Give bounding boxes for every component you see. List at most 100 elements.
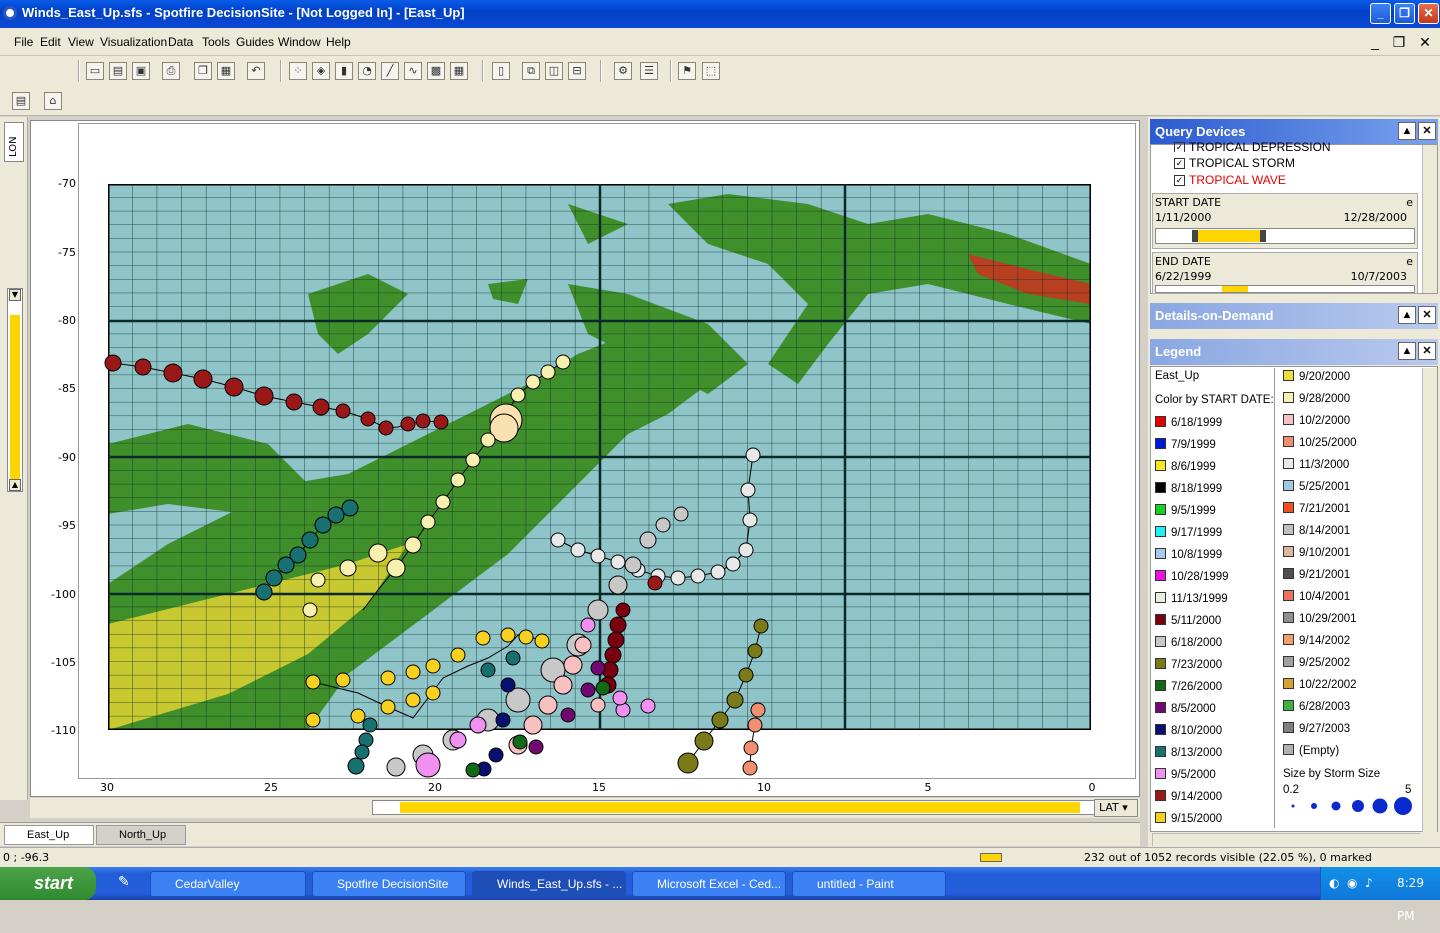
menu-data[interactable]: Data: [168, 35, 193, 49]
legend-item[interactable]: 10/29/2001: [1283, 612, 1357, 625]
menu-tools[interactable]: Tools: [202, 35, 230, 49]
window-title-bar[interactable]: Winds_East_Up.sfs - Spotfire DecisionSit…: [0, 0, 1440, 28]
checkbox-icon[interactable]: ✓: [1174, 175, 1185, 187]
start-date-handle[interactable]: [1192, 230, 1266, 242]
menu-visualization[interactable]: Visualization: [100, 35, 167, 49]
menu-file[interactable]: File: [14, 35, 33, 49]
task-excel[interactable]: Microsoft Excel - Ced...: [632, 871, 786, 897]
paste-icon[interactable]: ▦: [217, 62, 235, 80]
scatter-plot-icon[interactable]: ⁘: [289, 62, 307, 80]
end-date-handle[interactable]: [1222, 286, 1248, 292]
legend-toggle-icon[interactable]: ☰: [640, 62, 658, 80]
x-range-fill[interactable]: [400, 802, 1080, 813]
open-icon[interactable]: ▭: [86, 62, 104, 80]
legend-item[interactable]: 10/8/1999: [1155, 548, 1222, 561]
slider-down-arrow-icon[interactable]: ▼: [9, 289, 21, 301]
network-icon[interactable]: ◐: [1329, 867, 1339, 900]
speaker-icon[interactable]: ♪: [1365, 867, 1373, 900]
track-cream[interactable]: [302, 354, 571, 618]
task-paint[interactable]: untitled - Paint: [792, 871, 946, 897]
tile-vertical-icon[interactable]: ◫: [545, 62, 563, 80]
undo-icon[interactable]: ↶: [247, 62, 265, 80]
bar-chart-icon[interactable]: ▮: [335, 62, 353, 80]
layout-single-icon[interactable]: ▯: [492, 62, 510, 80]
legend-vertical-scrollbar[interactable]: [1422, 368, 1437, 832]
legend-item[interactable]: 5/25/2001: [1283, 480, 1350, 493]
track-yellow[interactable]: [305, 627, 550, 728]
open-data-icon[interactable]: ▤: [109, 62, 127, 80]
profile-chart-icon[interactable]: ∿: [404, 62, 422, 80]
guide-panel-icon[interactable]: ▤: [12, 92, 30, 110]
legend-item[interactable]: 10/28/1999: [1155, 570, 1229, 583]
storm-track-points[interactable]: [78, 300, 778, 780]
x-axis-selector[interactable]: LAT ▾: [1094, 799, 1138, 817]
menu-guides[interactable]: Guides: [236, 35, 274, 49]
legend-item[interactable]: 9/20/2000: [1283, 370, 1350, 383]
cascade-icon[interactable]: ⧉: [522, 62, 540, 80]
checkbox-tropical-depression[interactable]: ✓ TROPICAL DEPRESSION: [1174, 140, 1331, 152]
legend-item[interactable]: 6/28/2003: [1283, 700, 1350, 713]
tab-east-up[interactable]: East_Up: [4, 825, 94, 845]
track-maroon[interactable]: [599, 575, 663, 694]
collapse-icon[interactable]: ▲: [1398, 122, 1416, 140]
task-winds-east-up[interactable]: Winds_East_Up.sfs - ...: [472, 871, 626, 897]
legend-item[interactable]: 9/17/1999: [1155, 526, 1222, 539]
legend-item[interactable]: 8/10/2000: [1155, 724, 1222, 737]
checkbox-tropical-storm[interactable]: ✓ TROPICAL STORM: [1174, 156, 1295, 170]
mdi-restore-icon[interactable]: ❐: [1390, 34, 1408, 51]
legend-item[interactable]: 10/25/2000: [1283, 436, 1357, 449]
start-button[interactable]: start: [0, 867, 96, 900]
legend-item[interactable]: 7/9/1999: [1155, 438, 1216, 451]
restore-button[interactable]: ❐: [1394, 3, 1415, 24]
legend-item[interactable]: 9/5/2000: [1155, 768, 1216, 781]
task-spotfire[interactable]: Spotfire DecisionSite: [312, 871, 466, 897]
slider-up-arrow-icon[interactable]: ▲: [9, 479, 21, 491]
legend-item[interactable]: 6/18/2000: [1155, 636, 1222, 649]
mdi-close-icon[interactable]: ✕: [1416, 34, 1434, 51]
legend-item[interactable]: 8/5/2000: [1155, 702, 1216, 715]
close-icon[interactable]: ✕: [1418, 342, 1436, 360]
heatmap-icon[interactable]: ▩: [427, 62, 445, 80]
checkbox-icon[interactable]: ✓: [1174, 158, 1185, 170]
legend-item[interactable]: 9/10/2001: [1283, 546, 1350, 559]
print-icon[interactable]: ⎙: [162, 62, 180, 80]
quick-launch-icon[interactable]: ✎: [118, 874, 130, 890]
legend-item[interactable]: 7/23/2000: [1155, 658, 1222, 671]
legend-item[interactable]: 9/27/2003: [1283, 722, 1350, 735]
menu-edit[interactable]: Edit: [40, 35, 61, 49]
legend-item[interactable]: (Empty): [1283, 744, 1339, 757]
3d-scatter-icon[interactable]: ◈: [312, 62, 330, 80]
tab-north-up[interactable]: North_Up: [96, 825, 186, 845]
legend-item[interactable]: 9/21/2001: [1283, 568, 1350, 581]
volume-icon[interactable]: ◉: [1347, 867, 1357, 900]
copy-icon[interactable]: ❐: [194, 62, 212, 80]
legend-item[interactable]: 10/4/2001: [1283, 590, 1350, 603]
line-chart-icon[interactable]: ╱: [381, 62, 399, 80]
legend-item[interactable]: 9/5/1999: [1155, 504, 1216, 517]
mark-icon[interactable]: ⬚: [702, 62, 720, 80]
mdi-minimize-icon[interactable]: _: [1366, 34, 1384, 50]
tile-horizontal-icon[interactable]: ⊟: [568, 62, 586, 80]
expand-icon[interactable]: ▲: [1398, 306, 1416, 324]
menu-view[interactable]: View: [68, 35, 94, 49]
legend-item[interactable]: 10/22/2002: [1283, 678, 1357, 691]
end-date-range[interactable]: [1155, 285, 1415, 293]
home-icon[interactable]: ⌂: [44, 92, 62, 110]
legend-item[interactable]: 8/6/1999: [1155, 460, 1216, 473]
legend-item[interactable]: 9/15/2000: [1155, 812, 1222, 825]
task-cedarvalley[interactable]: CedarValley: [150, 871, 306, 897]
minimize-button[interactable]: _: [1370, 3, 1391, 24]
legend-item[interactable]: 8/14/2001: [1283, 524, 1350, 537]
close-icon[interactable]: ✕: [1418, 122, 1436, 140]
menu-window[interactable]: Window: [278, 35, 321, 49]
properties-icon[interactable]: ⚙: [614, 62, 632, 80]
legend-item[interactable]: 10/2/2000: [1283, 414, 1350, 427]
legend-item[interactable]: 9/28/2000: [1283, 392, 1350, 405]
start-date-range[interactable]: [1155, 228, 1415, 244]
checkbox-tropical-wave[interactable]: ✓ TROPICAL WAVE: [1174, 173, 1286, 187]
collapse-icon[interactable]: ▲: [1398, 342, 1416, 360]
bookmark-icon[interactable]: ⚑: [678, 62, 696, 80]
legend-item[interactable]: 9/14/2000: [1155, 790, 1222, 803]
details-on-demand-header[interactable]: Details-on-Demand ▲ ✕: [1150, 303, 1438, 329]
query-devices-scrollbar[interactable]: [1422, 145, 1437, 293]
